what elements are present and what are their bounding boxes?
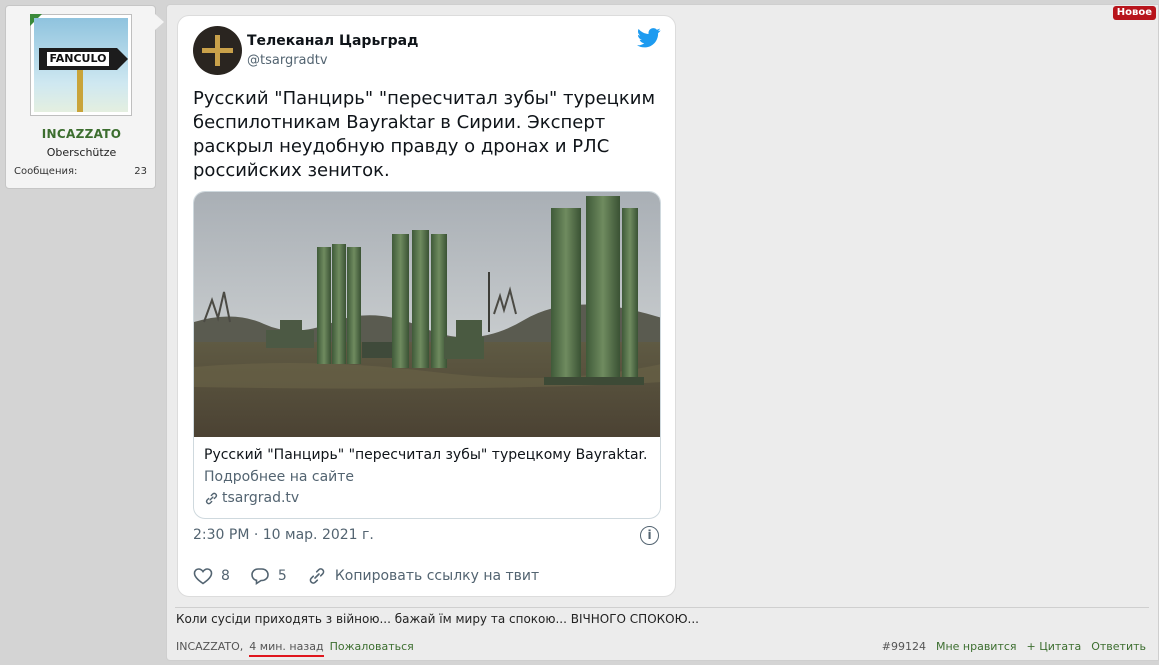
post-meta: INCAZZATO, 4 мин. назад Пожаловаться (176, 640, 414, 657)
signature-divider (175, 607, 1149, 608)
tweet-actions: 8 5 Копировать ссылку на твит (193, 567, 559, 585)
tweet-author-avatar[interactable] (193, 26, 242, 75)
tweet-author-handle[interactable]: @tsargradtv (247, 53, 328, 68)
link-icon (309, 568, 325, 584)
messages-count: 23 (134, 166, 147, 177)
tweet-card-title[interactable]: Русский "Панцирь" "пересчитал зубы" туре… (204, 447, 652, 463)
avatar-cross-horizontal (202, 48, 233, 53)
user-title: Oberschütze (46, 146, 117, 159)
like-action[interactable]: 8 (193, 567, 230, 585)
tweet-card-more-link[interactable]: Подробнее на сайте (204, 469, 354, 485)
reply-count: 5 (277, 568, 287, 584)
panel-arrow (155, 14, 164, 30)
avatar-sign-text: FANCULO (46, 52, 110, 66)
user-signature: Коли сусіди приходять з війною... бажай … (176, 612, 699, 626)
tweet-card-domain-text: tsargrad.tv (222, 490, 300, 506)
tweet-timestamp[interactable]: 2:30 PM · 10 мар. 2021 г. (193, 527, 374, 543)
avatar-sign: FANCULO (39, 48, 117, 70)
post-number[interactable]: #99124 (882, 640, 926, 653)
messages-label: Сообщения: (14, 166, 78, 177)
twitter-bird-icon[interactable] (637, 28, 661, 48)
post-actions: #99124 Мне нравится + Цитата Ответить (882, 640, 1146, 653)
quote-button[interactable]: + Цитата (1027, 640, 1082, 653)
reply-bubble-icon (251, 568, 269, 585)
like-button[interactable]: Мне нравится (936, 640, 1017, 653)
tweet-author-name[interactable]: Телеканал Царьград (247, 33, 418, 49)
username-link[interactable]: INCAZZATO (6, 127, 157, 141)
reply-action[interactable]: 5 (250, 567, 287, 585)
avatar-sign-arrow (117, 48, 128, 70)
info-icon[interactable]: i (640, 526, 659, 545)
like-count: 8 (221, 568, 230, 584)
avatar-image: FANCULO (34, 18, 128, 112)
report-link[interactable]: Пожаловаться (330, 640, 414, 657)
copy-link-action[interactable]: Копировать ссылку на твит (307, 567, 539, 585)
tweet-text: Русский "Панцирь" "пересчитал зубы" туре… (193, 88, 656, 181)
embedded-tweet[interactable]: Телеканал Царьград @tsargradtv Русский "… (177, 15, 676, 597)
link-icon (205, 492, 218, 504)
post-author[interactable]: INCAZZATO, (176, 640, 243, 657)
reply-button[interactable]: Ответить (1091, 640, 1146, 653)
copy-link-label: Копировать ссылку на твит (334, 568, 540, 584)
new-badge: Новое (1112, 6, 1156, 20)
heart-icon (193, 568, 213, 585)
user-panel: FANCULO INCAZZATO Oberschütze Сообщения:… (5, 5, 164, 189)
tweet-link-card[interactable]: Русский "Панцирь" "пересчитал зубы" туре… (193, 191, 661, 519)
tweet-card-domain[interactable]: tsargrad.tv (204, 490, 299, 506)
post-time[interactable]: 4 мин. назад (249, 640, 324, 657)
tweet-card-photo (194, 192, 660, 437)
message-body: Новое Телеканал Царьград @tsargradtv Рус… (166, 4, 1159, 661)
avatar[interactable]: FANCULO (30, 14, 132, 116)
user-message-stats: Сообщения: 23 (14, 166, 147, 177)
